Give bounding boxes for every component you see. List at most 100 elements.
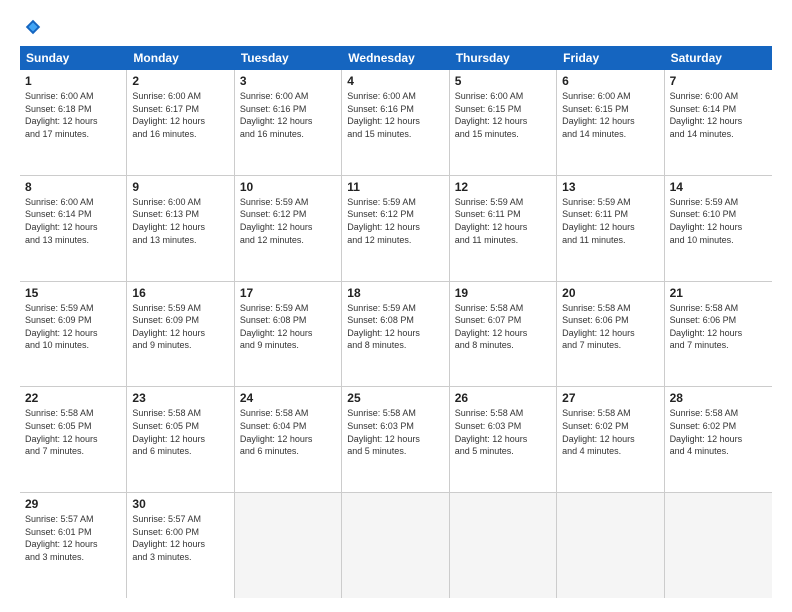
cell-text: Sunrise: 6:00 AMSunset: 6:14 PMDaylight:… bbox=[670, 90, 767, 140]
day-number: 8 bbox=[25, 180, 121, 194]
cell-text: Sunrise: 5:58 AMSunset: 6:07 PMDaylight:… bbox=[455, 302, 551, 352]
day-number: 1 bbox=[25, 74, 121, 88]
cell-text: Sunrise: 5:59 AMSunset: 6:12 PMDaylight:… bbox=[347, 196, 443, 246]
logo-icon bbox=[24, 18, 42, 36]
day-number: 2 bbox=[132, 74, 228, 88]
calendar-cell: 27 Sunrise: 5:58 AMSunset: 6:02 PMDayligh… bbox=[557, 387, 664, 492]
calendar-cell: 13 Sunrise: 5:59 AMSunset: 6:11 PMDayligh… bbox=[557, 176, 664, 281]
calendar-cell: 29 Sunrise: 5:57 AMSunset: 6:01 PMDayligh… bbox=[20, 493, 127, 598]
header-day-monday: Monday bbox=[127, 46, 234, 70]
day-number: 24 bbox=[240, 391, 336, 405]
calendar-row-3: 22 Sunrise: 5:58 AMSunset: 6:05 PMDayligh… bbox=[20, 387, 772, 493]
cell-text: Sunrise: 5:58 AMSunset: 6:02 PMDaylight:… bbox=[562, 407, 658, 457]
header-day-thursday: Thursday bbox=[450, 46, 557, 70]
day-number: 5 bbox=[455, 74, 551, 88]
day-number: 13 bbox=[562, 180, 658, 194]
day-number: 10 bbox=[240, 180, 336, 194]
cell-text: Sunrise: 5:58 AMSunset: 6:03 PMDaylight:… bbox=[347, 407, 443, 457]
calendar-cell: 22 Sunrise: 5:58 AMSunset: 6:05 PMDayligh… bbox=[20, 387, 127, 492]
calendar-cell: 14Sunrise: 5:59 AMSunset: 6:10 PMDayligh… bbox=[665, 176, 772, 281]
day-number: 7 bbox=[670, 74, 767, 88]
day-number: 22 bbox=[25, 391, 121, 405]
header-day-sunday: Sunday bbox=[20, 46, 127, 70]
calendar-cell: 21 Sunrise: 5:58 AMSunset: 6:06 PMDayligh… bbox=[665, 282, 772, 387]
cell-text: Sunrise: 5:59 AMSunset: 6:10 PMDaylight:… bbox=[670, 196, 767, 246]
cell-text: Sunrise: 6:00 AMSunset: 6:16 PMDaylight:… bbox=[240, 90, 336, 140]
day-number: 25 bbox=[347, 391, 443, 405]
page: SundayMondayTuesdayWednesdayThursdayFrid… bbox=[0, 0, 792, 612]
day-number: 26 bbox=[455, 391, 551, 405]
calendar-cell: 30 Sunrise: 5:57 AMSunset: 6:00 PMDayligh… bbox=[127, 493, 234, 598]
cell-text: Sunrise: 5:59 AMSunset: 6:12 PMDaylight:… bbox=[240, 196, 336, 246]
day-number: 12 bbox=[455, 180, 551, 194]
day-number: 16 bbox=[132, 286, 228, 300]
logo bbox=[20, 18, 42, 36]
cell-text: Sunrise: 5:58 AMSunset: 6:03 PMDaylight:… bbox=[455, 407, 551, 457]
day-number: 28 bbox=[670, 391, 767, 405]
calendar-cell: 3 Sunrise: 6:00 AMSunset: 6:16 PMDaylight… bbox=[235, 70, 342, 175]
calendar-cell: 16 Sunrise: 5:59 AMSunset: 6:09 PMDayligh… bbox=[127, 282, 234, 387]
cell-text: Sunrise: 6:00 AMSunset: 6:14 PMDaylight:… bbox=[25, 196, 121, 246]
calendar-cell: 11 Sunrise: 5:59 AMSunset: 6:12 PMDayligh… bbox=[342, 176, 449, 281]
calendar-cell: 15Sunrise: 5:59 AMSunset: 6:09 PMDayligh… bbox=[20, 282, 127, 387]
header bbox=[20, 18, 772, 36]
calendar-row-0: 1 Sunrise: 6:00 AMSunset: 6:18 PMDaylight… bbox=[20, 70, 772, 176]
calendar-cell: 12Sunrise: 5:59 AMSunset: 6:11 PMDayligh… bbox=[450, 176, 557, 281]
cell-text: Sunrise: 5:57 AMSunset: 6:00 PMDaylight:… bbox=[132, 513, 228, 563]
cell-text: Sunrise: 6:00 AMSunset: 6:17 PMDaylight:… bbox=[132, 90, 228, 140]
calendar-cell: 23 Sunrise: 5:58 AMSunset: 6:05 PMDayligh… bbox=[127, 387, 234, 492]
cell-text: Sunrise: 5:59 AMSunset: 6:08 PMDaylight:… bbox=[240, 302, 336, 352]
cell-text: Sunrise: 5:59 AMSunset: 6:09 PMDaylight:… bbox=[132, 302, 228, 352]
day-number: 20 bbox=[562, 286, 658, 300]
calendar-cell: 5 Sunrise: 6:00 AMSunset: 6:15 PMDaylight… bbox=[450, 70, 557, 175]
cell-text: Sunrise: 5:59 AMSunset: 6:11 PMDaylight:… bbox=[562, 196, 658, 246]
day-number: 3 bbox=[240, 74, 336, 88]
day-number: 15 bbox=[25, 286, 121, 300]
day-number: 18 bbox=[347, 286, 443, 300]
calendar-cell bbox=[342, 493, 449, 598]
calendar-row-1: 8 Sunrise: 6:00 AMSunset: 6:14 PMDaylight… bbox=[20, 176, 772, 282]
day-number: 6 bbox=[562, 74, 658, 88]
calendar-cell bbox=[450, 493, 557, 598]
header-day-tuesday: Tuesday bbox=[235, 46, 342, 70]
day-number: 27 bbox=[562, 391, 658, 405]
cell-text: Sunrise: 5:58 AMSunset: 6:06 PMDaylight:… bbox=[562, 302, 658, 352]
calendar-row-4: 29 Sunrise: 5:57 AMSunset: 6:01 PMDayligh… bbox=[20, 493, 772, 598]
calendar-cell: 6 Sunrise: 6:00 AMSunset: 6:15 PMDaylight… bbox=[557, 70, 664, 175]
calendar-cell: 9Sunrise: 6:00 AMSunset: 6:13 PMDaylight… bbox=[127, 176, 234, 281]
calendar: SundayMondayTuesdayWednesdayThursdayFrid… bbox=[20, 46, 772, 598]
cell-text: Sunrise: 5:58 AMSunset: 6:02 PMDaylight:… bbox=[670, 407, 767, 457]
calendar-cell: 17 Sunrise: 5:59 AMSunset: 6:08 PMDayligh… bbox=[235, 282, 342, 387]
calendar-cell: 2 Sunrise: 6:00 AMSunset: 6:17 PMDaylight… bbox=[127, 70, 234, 175]
day-number: 23 bbox=[132, 391, 228, 405]
calendar-cell: 4Sunrise: 6:00 AMSunset: 6:16 PMDaylight… bbox=[342, 70, 449, 175]
cell-text: Sunrise: 5:58 AMSunset: 6:06 PMDaylight:… bbox=[670, 302, 767, 352]
day-number: 30 bbox=[132, 497, 228, 511]
day-number: 11 bbox=[347, 180, 443, 194]
cell-text: Sunrise: 5:58 AMSunset: 6:05 PMDaylight:… bbox=[132, 407, 228, 457]
cell-text: Sunrise: 6:00 AMSunset: 6:18 PMDaylight:… bbox=[25, 90, 121, 140]
header-day-friday: Friday bbox=[557, 46, 664, 70]
calendar-cell: 19 Sunrise: 5:58 AMSunset: 6:07 PMDayligh… bbox=[450, 282, 557, 387]
cell-text: Sunrise: 5:57 AMSunset: 6:01 PMDaylight:… bbox=[25, 513, 121, 563]
header-day-saturday: Saturday bbox=[665, 46, 772, 70]
day-number: 17 bbox=[240, 286, 336, 300]
calendar-cell bbox=[665, 493, 772, 598]
calendar-cell: 10 Sunrise: 5:59 AMSunset: 6:12 PMDayligh… bbox=[235, 176, 342, 281]
calendar-cell: 24Sunrise: 5:58 AMSunset: 6:04 PMDayligh… bbox=[235, 387, 342, 492]
cell-text: Sunrise: 5:58 AMSunset: 6:05 PMDaylight:… bbox=[25, 407, 121, 457]
cell-text: Sunrise: 6:00 AMSunset: 6:15 PMDaylight:… bbox=[455, 90, 551, 140]
day-number: 29 bbox=[25, 497, 121, 511]
cell-text: Sunrise: 6:00 AMSunset: 6:15 PMDaylight:… bbox=[562, 90, 658, 140]
day-number: 19 bbox=[455, 286, 551, 300]
calendar-cell: 26 Sunrise: 5:58 AMSunset: 6:03 PMDayligh… bbox=[450, 387, 557, 492]
calendar-cell: 28 Sunrise: 5:58 AMSunset: 6:02 PMDayligh… bbox=[665, 387, 772, 492]
day-number: 9 bbox=[132, 180, 228, 194]
calendar-cell bbox=[235, 493, 342, 598]
day-number: 21 bbox=[670, 286, 767, 300]
calendar-cell: 25 Sunrise: 5:58 AMSunset: 6:03 PMDayligh… bbox=[342, 387, 449, 492]
calendar-cell: 1 Sunrise: 6:00 AMSunset: 6:18 PMDaylight… bbox=[20, 70, 127, 175]
calendar-cell: 20 Sunrise: 5:58 AMSunset: 6:06 PMDayligh… bbox=[557, 282, 664, 387]
header-day-wednesday: Wednesday bbox=[342, 46, 449, 70]
day-number: 4 bbox=[347, 74, 443, 88]
